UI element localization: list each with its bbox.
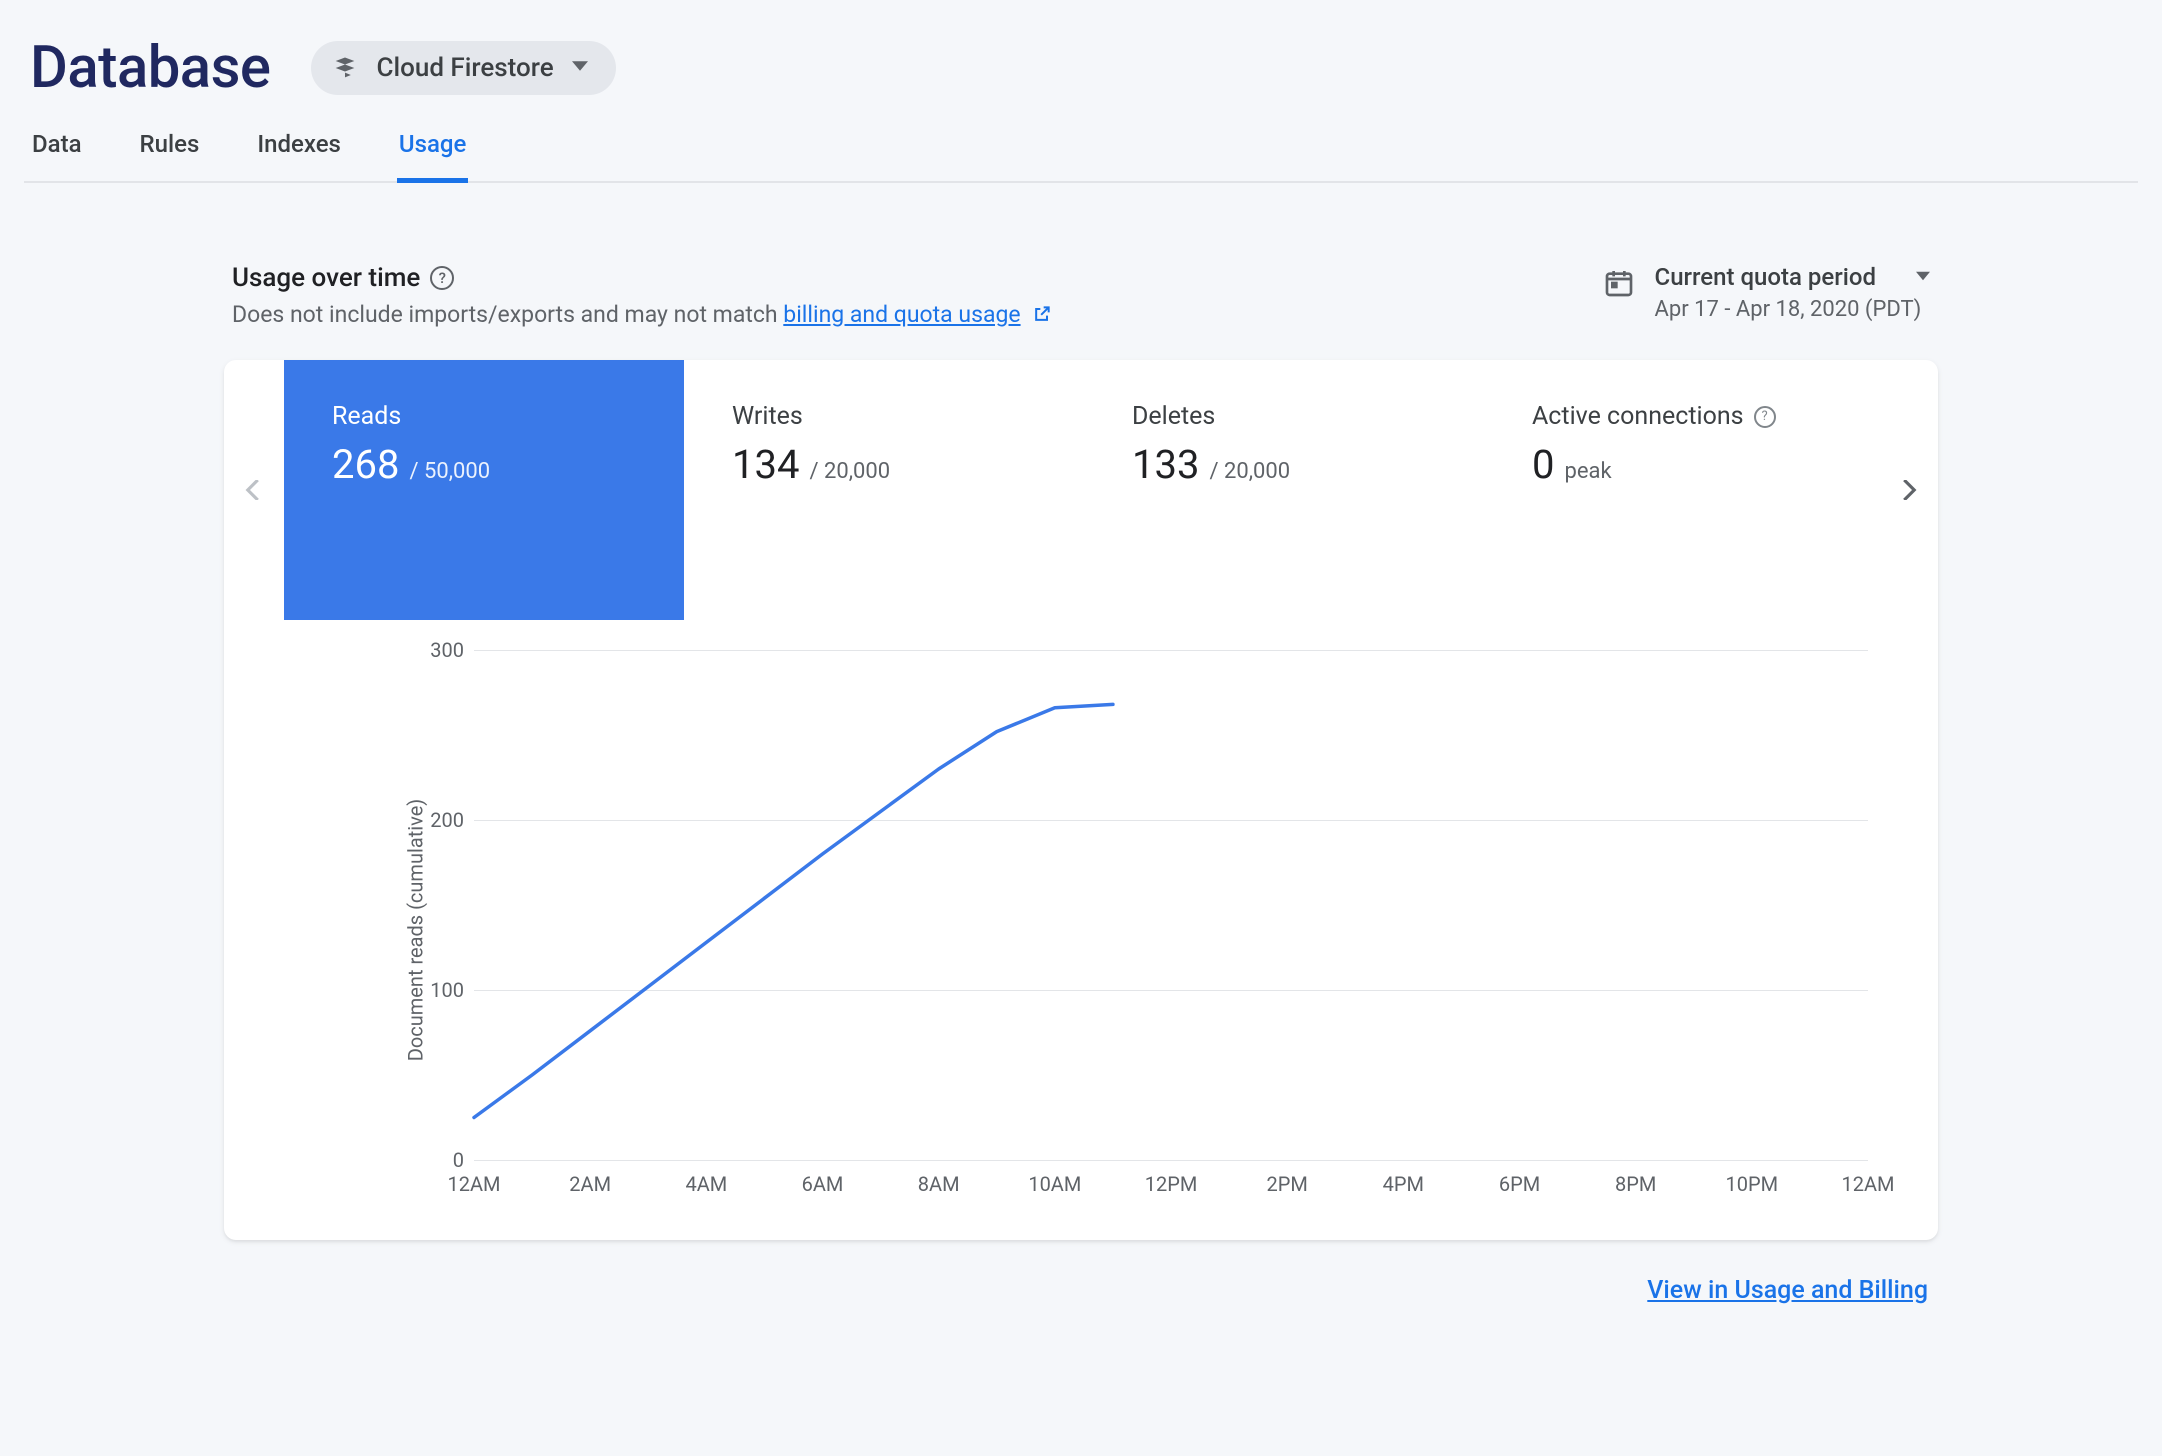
metric-label: Active connections xyxy=(1532,402,1744,431)
chart: Document reads (cumulative) 010020030012… xyxy=(224,620,1938,1240)
period-label: Current quota period xyxy=(1655,263,1876,291)
x-tick: 6PM xyxy=(1499,1172,1540,1196)
tab-rules[interactable]: Rules xyxy=(138,130,202,183)
x-tick: 4PM xyxy=(1383,1172,1424,1196)
x-tick: 8PM xyxy=(1615,1172,1656,1196)
period-selector[interactable]: Current quota period Apr 17 - Apr 18, 20… xyxy=(1655,263,1930,322)
page-title: Database xyxy=(30,34,271,102)
x-tick: 12PM xyxy=(1145,1172,1198,1196)
section-subtitle: Does not include imports/exports and may… xyxy=(232,301,1052,330)
section-title: Usage over time xyxy=(232,263,420,293)
metrics-strip: Reads 268 / 50,000 Writes 134 / 20,000 xyxy=(284,360,1878,620)
metric-active-connections[interactable]: Active connections ? 0 peak xyxy=(1484,360,1878,620)
metric-label: Reads xyxy=(332,402,401,431)
help-icon[interactable]: ? xyxy=(1754,406,1776,428)
db-selector-label: Cloud Firestore xyxy=(377,53,554,83)
db-selector[interactable]: Cloud Firestore xyxy=(311,41,616,95)
x-tick: 10AM xyxy=(1028,1172,1081,1196)
tabs: Data Rules Indexes Usage xyxy=(24,122,2138,183)
metric-limit: / 50,000 xyxy=(409,459,490,484)
metric-limit: peak xyxy=(1564,459,1611,484)
external-link-icon xyxy=(1032,303,1052,330)
metric-reads[interactable]: Reads 268 / 50,000 xyxy=(284,360,684,620)
x-tick: 12AM xyxy=(1842,1172,1895,1196)
x-tick: 6AM xyxy=(802,1172,844,1196)
metric-value: 134 xyxy=(732,441,799,488)
tab-usage[interactable]: Usage xyxy=(397,130,468,183)
tab-indexes[interactable]: Indexes xyxy=(255,130,343,183)
x-tick: 8AM xyxy=(918,1172,960,1196)
metric-deletes[interactable]: Deletes 133 / 20,000 xyxy=(1084,360,1484,620)
x-tick: 2AM xyxy=(569,1172,611,1196)
x-tick: 2PM xyxy=(1266,1172,1307,1196)
metric-limit: / 20,000 xyxy=(1209,459,1290,484)
metric-value: 268 xyxy=(332,441,399,488)
metric-value: 0 xyxy=(1532,441,1554,488)
gridline xyxy=(474,1160,1868,1161)
tab-data[interactable]: Data xyxy=(30,130,84,183)
metric-label: Writes xyxy=(732,402,803,431)
billing-quota-link[interactable]: billing and quota usage xyxy=(783,301,1020,328)
metric-writes[interactable]: Writes 134 / 20,000 xyxy=(684,360,1084,620)
metrics-prev-button[interactable] xyxy=(224,360,284,620)
x-tick: 12AM xyxy=(448,1172,501,1196)
period-date: Apr 17 - Apr 18, 2020 (PDT) xyxy=(1655,297,1930,322)
metric-limit: / 20,000 xyxy=(809,459,890,484)
caret-down-icon xyxy=(1916,268,1930,287)
section-subtitle-text: Does not include imports/exports and may… xyxy=(232,301,783,328)
help-icon[interactable]: ? xyxy=(430,266,454,290)
x-tick: 10PM xyxy=(1726,1172,1779,1196)
usage-card: Reads 268 / 50,000 Writes 134 / 20,000 xyxy=(224,360,1938,1240)
metric-value: 133 xyxy=(1132,441,1199,488)
chart-line xyxy=(474,704,1113,1117)
metrics-next-button[interactable] xyxy=(1878,360,1938,620)
view-usage-billing-link[interactable]: View in Usage and Billing xyxy=(1647,1276,1928,1305)
metric-label: Deletes xyxy=(1132,402,1215,431)
firestore-icon xyxy=(331,54,359,82)
page-header: Database Cloud Firestore xyxy=(24,24,2138,122)
caret-down-icon xyxy=(572,58,588,78)
calendar-icon xyxy=(1603,267,1635,303)
x-tick: 4AM xyxy=(685,1172,727,1196)
